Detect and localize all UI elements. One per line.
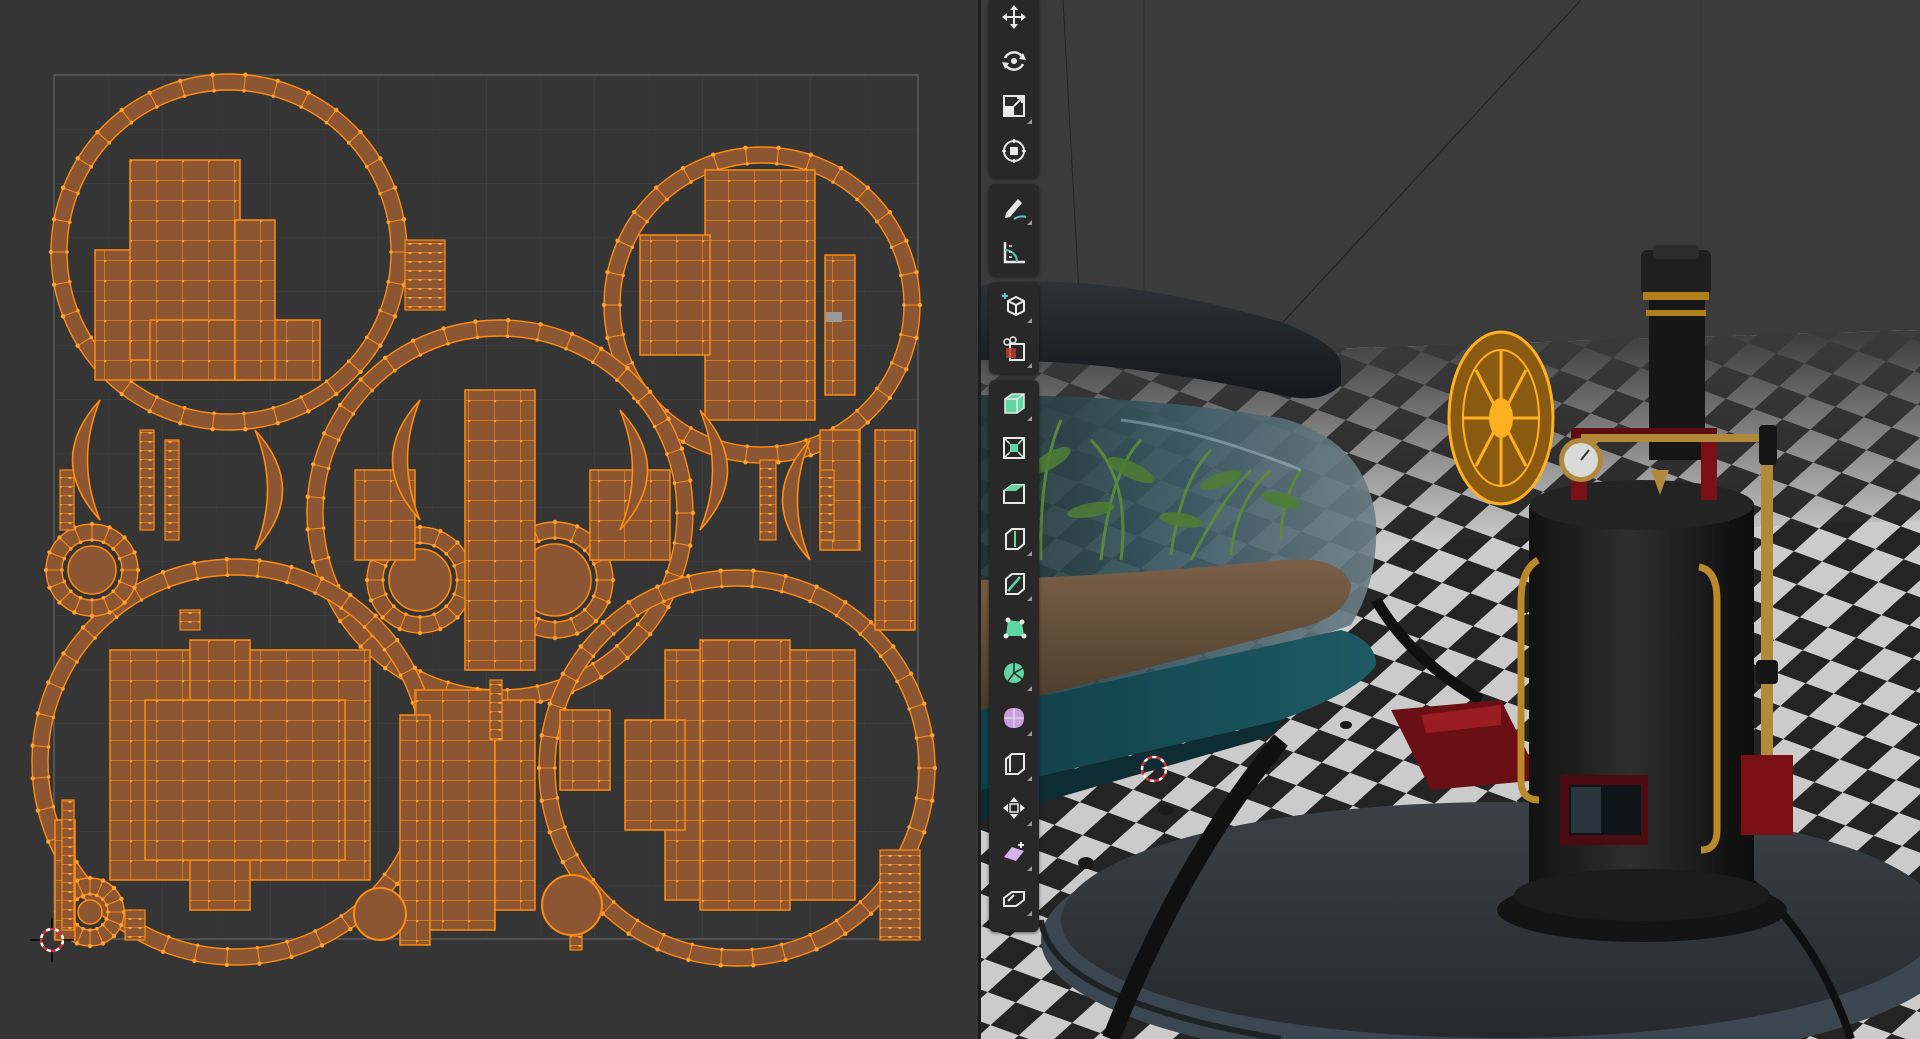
- bevel-tool-icon: [1003, 484, 1025, 504]
- cursor-cut-tool-icon: [1003, 336, 1025, 361]
- add-cube-tool-icon: [1002, 293, 1025, 317]
- measure-tool-icon: [1003, 242, 1025, 264]
- annotate-tool-icon: [1005, 199, 1027, 220]
- measure-tool-button[interactable]: [993, 231, 1035, 273]
- inset-faces-tool-button[interactable]: [993, 427, 1035, 469]
- spin-tool-button[interactable]: [993, 652, 1035, 694]
- extrude-region-tool-button[interactable]: [993, 382, 1035, 424]
- uv-strip-island[interactable]: [819, 469, 835, 541]
- tool-group-mesh-edit: [989, 380, 1039, 932]
- uv-editor-area[interactable]: [0, 0, 978, 1039]
- rotate-tool-button[interactable]: [993, 40, 1035, 82]
- uv-block-island[interactable]: [874, 429, 916, 631]
- uv-block-island[interactable]: [624, 719, 686, 831]
- shear-tool-button[interactable]: [993, 832, 1035, 874]
- add-cube-tool-button[interactable]: [993, 284, 1035, 326]
- uv-disc-island[interactable]: [353, 887, 407, 941]
- smooth-tool-icon: [1004, 708, 1024, 728]
- 3d-viewport[interactable]: [981, 0, 1920, 1039]
- uv-canvas[interactable]: [0, 0, 978, 1039]
- uv-strip-island[interactable]: [489, 679, 503, 741]
- uv-disc-island[interactable]: [541, 874, 603, 936]
- uv-block-island[interactable]: [699, 639, 791, 911]
- uv-block-island[interactable]: [464, 389, 536, 671]
- annotate-tool-button[interactable]: [993, 186, 1035, 228]
- viewport-toolbar: [989, 0, 1039, 932]
- smooth-tool-button[interactable]: [993, 697, 1035, 739]
- uv-block-island[interactable]: [704, 169, 816, 421]
- shear-tool-icon: [1004, 842, 1024, 861]
- knife-tool-button[interactable]: [993, 562, 1035, 604]
- uv-block-island[interactable]: [559, 709, 611, 791]
- rip-region-tool-button[interactable]: [993, 877, 1035, 919]
- uv-strip-island[interactable]: [59, 469, 75, 531]
- move-tool-button[interactable]: [993, 0, 1035, 38]
- spin-tool-icon: [1004, 663, 1024, 683]
- loop-cut-tool-button[interactable]: [993, 517, 1035, 559]
- knife-tool-icon: [1005, 573, 1025, 595]
- extrude-region-tool-icon: [1004, 393, 1025, 414]
- poly-build-tool-icon: [1003, 617, 1027, 639]
- uv-strip-island[interactable]: [179, 609, 201, 631]
- flywheel-selected: [1447, 330, 1555, 506]
- transform-tool-button[interactable]: [993, 130, 1035, 172]
- uv-block-island[interactable]: [639, 234, 711, 356]
- uv-strip-island[interactable]: [164, 439, 180, 541]
- uv-block-island[interactable]: [234, 219, 276, 381]
- uv-strip-island[interactable]: [404, 239, 446, 311]
- loop-cut-tool-icon: [1005, 528, 1025, 550]
- viewport-scene: [981, 0, 1920, 1039]
- scale-tool-icon: [1003, 95, 1025, 117]
- uv-strip-island[interactable]: [879, 849, 921, 941]
- bevel-tool-button[interactable]: [993, 472, 1035, 514]
- uv-block-island[interactable]: [824, 254, 856, 396]
- move-tool-icon: [1002, 5, 1026, 29]
- scale-tool-button[interactable]: [993, 85, 1035, 127]
- uv-strip-island[interactable]: [61, 799, 75, 931]
- 3d-cursor-icon[interactable]: [1137, 752, 1171, 786]
- shrink-fatten-tool-button[interactable]: [993, 787, 1035, 829]
- uv-strip-island[interactable]: [139, 429, 155, 531]
- edge-slide-tool-icon: [1005, 753, 1025, 775]
- rotate-tool-icon: [1002, 51, 1026, 71]
- uv-selected-face[interactable]: [826, 312, 842, 322]
- uv-block-island[interactable]: [144, 699, 346, 861]
- rip-region-tool-icon: [1003, 891, 1025, 907]
- tool-group-add: [989, 282, 1039, 374]
- shrink-fatten-tool-icon: [1003, 797, 1025, 819]
- uv-strip-island[interactable]: [124, 909, 146, 941]
- edge-slide-tool-button[interactable]: [993, 742, 1035, 784]
- tool-group-annotate: [989, 184, 1039, 276]
- transform-tool-icon: [1002, 139, 1026, 163]
- poly-build-tool-button[interactable]: [993, 607, 1035, 649]
- uv-strip-island[interactable]: [759, 459, 777, 541]
- tool-group-transform: [989, 0, 1039, 178]
- inset-faces-tool-icon: [1003, 437, 1025, 459]
- cursor-cut-tool-button[interactable]: [993, 329, 1035, 371]
